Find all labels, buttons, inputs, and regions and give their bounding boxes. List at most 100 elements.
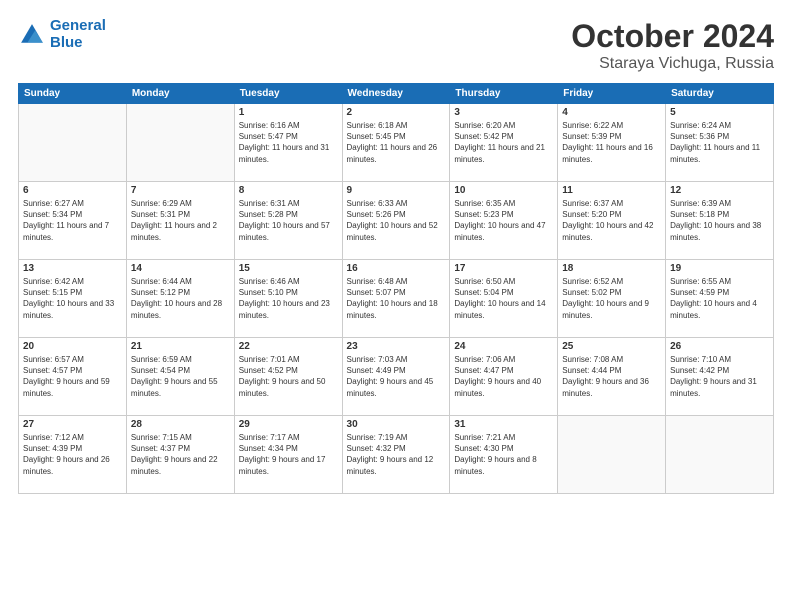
month-title: October 2024 (571, 18, 774, 55)
day-cell: 26 Sunrise: 7:10 AMSunset: 4:42 PMDayligh… (666, 338, 774, 416)
day-info: Sunrise: 6:55 AMSunset: 4:59 PMDaylight:… (670, 276, 769, 321)
logo-blue: Blue (50, 35, 106, 52)
day-cell: 25 Sunrise: 7:08 AMSunset: 4:44 PMDayligh… (558, 338, 666, 416)
header-friday: Friday (558, 84, 666, 104)
day-cell: 31 Sunrise: 7:21 AMSunset: 4:30 PMDayligh… (450, 416, 558, 494)
day-info: Sunrise: 7:06 AMSunset: 4:47 PMDaylight:… (454, 354, 553, 399)
day-cell: 15Sunrise: 6:46 AMSunset: 5:10 PMDayligh… (234, 260, 342, 338)
day-number: 22 (239, 341, 338, 352)
day-number: 12 (670, 185, 769, 196)
day-number: 5 (670, 107, 769, 118)
day-info: Sunrise: 7:19 AMSunset: 4:32 PMDaylight:… (347, 432, 446, 477)
day-number: 27 (23, 419, 122, 430)
day-cell (19, 104, 127, 182)
day-number: 4 (562, 107, 661, 118)
logo: General Blue (18, 18, 106, 51)
day-cell: 1 Sunrise: 6:16 AMSunset: 5:47 PMDaylight… (234, 104, 342, 182)
day-info: Sunrise: 6:59 AMSunset: 4:54 PMDaylight:… (131, 354, 230, 399)
day-info: Sunrise: 7:10 AMSunset: 4:42 PMDaylight:… (670, 354, 769, 399)
day-number: 17 (454, 263, 553, 274)
header-tuesday: Tuesday (234, 84, 342, 104)
day-number: 11 (562, 185, 661, 196)
calendar-table: Sunday Monday Tuesday Wednesday Thursday… (18, 83, 774, 494)
header-monday: Monday (126, 84, 234, 104)
day-cell (666, 416, 774, 494)
day-info: Sunrise: 6:50 AMSunset: 5:04 PMDaylight:… (454, 276, 553, 321)
day-cell: 27 Sunrise: 7:12 AMSunset: 4:39 PMDayligh… (19, 416, 127, 494)
day-cell: 22Sunrise: 7:01 AMSunset: 4:52 PMDayligh… (234, 338, 342, 416)
day-cell: 16Sunrise: 6:48 AMSunset: 5:07 PMDayligh… (342, 260, 450, 338)
day-info: Sunrise: 7:03 AMSunset: 4:49 PMDaylight:… (347, 354, 446, 399)
day-cell: 7Sunrise: 6:29 AMSunset: 5:31 PMDaylight… (126, 182, 234, 260)
day-number: 31 (454, 419, 553, 430)
day-number: 21 (131, 341, 230, 352)
day-number: 24 (454, 341, 553, 352)
day-number: 13 (23, 263, 122, 274)
day-cell: 29 Sunrise: 7:17 AMSunset: 4:34 PMDayligh… (234, 416, 342, 494)
day-number: 29 (239, 419, 338, 430)
day-info: Sunrise: 6:48 AMSunset: 5:07 PMDaylight:… (347, 276, 446, 321)
day-cell: 30 Sunrise: 7:19 AMSunset: 4:32 PMDayligh… (342, 416, 450, 494)
day-cell: 21 Sunrise: 6:59 AMSunset: 4:54 PMDayligh… (126, 338, 234, 416)
page: General Blue October 2024 Staraya Vichug… (0, 0, 792, 612)
day-cell: 8Sunrise: 6:31 AMSunset: 5:28 PMDaylight… (234, 182, 342, 260)
header-sunday: Sunday (19, 84, 127, 104)
day-info: Sunrise: 7:08 AMSunset: 4:44 PMDaylight:… (562, 354, 661, 399)
logo-general: General (50, 17, 106, 34)
day-number: 20 (23, 341, 122, 352)
header-wednesday: Wednesday (342, 84, 450, 104)
week-row-1: 1 Sunrise: 6:16 AMSunset: 5:47 PMDaylight… (19, 104, 774, 182)
day-number: 25 (562, 341, 661, 352)
day-info: Sunrise: 7:15 AMSunset: 4:37 PMDaylight:… (131, 432, 230, 477)
day-cell: 9 Sunrise: 6:33 AMSunset: 5:26 PMDaylight… (342, 182, 450, 260)
day-cell (126, 104, 234, 182)
day-info: Sunrise: 6:27 AMSunset: 5:34 PMDaylight:… (23, 198, 122, 243)
day-number: 8 (239, 185, 338, 196)
day-number: 10 (454, 185, 553, 196)
day-cell: 23 Sunrise: 7:03 AMSunset: 4:49 PMDayligh… (342, 338, 450, 416)
day-number: 15 (239, 263, 338, 274)
day-info: Sunrise: 6:16 AMSunset: 5:47 PMDaylight:… (239, 120, 338, 165)
day-number: 18 (562, 263, 661, 274)
day-info: Sunrise: 6:20 AMSunset: 5:42 PMDaylight:… (454, 120, 553, 165)
day-number: 2 (347, 107, 446, 118)
logo-text: General Blue (50, 18, 106, 51)
day-cell: 11Sunrise: 6:37 AMSunset: 5:20 PMDayligh… (558, 182, 666, 260)
day-number: 23 (347, 341, 446, 352)
day-info: Sunrise: 6:18 AMSunset: 5:45 PMDaylight:… (347, 120, 446, 165)
day-info: Sunrise: 7:21 AMSunset: 4:30 PMDaylight:… (454, 432, 553, 477)
day-cell: 12 Sunrise: 6:39 AMSunset: 5:18 PMDayligh… (666, 182, 774, 260)
logo-icon (18, 21, 46, 49)
week-row-4: 20 Sunrise: 6:57 AMSunset: 4:57 PMDayligh… (19, 338, 774, 416)
day-info: Sunrise: 6:39 AMSunset: 5:18 PMDaylight:… (670, 198, 769, 243)
day-cell: 10 Sunrise: 6:35 AMSunset: 5:23 PMDayligh… (450, 182, 558, 260)
location-subtitle: Staraya Vichuga, Russia (571, 55, 774, 73)
weekday-header-row: Sunday Monday Tuesday Wednesday Thursday… (19, 84, 774, 104)
day-number: 30 (347, 419, 446, 430)
day-cell: 19Sunrise: 6:55 AMSunset: 4:59 PMDayligh… (666, 260, 774, 338)
day-cell: 17 Sunrise: 6:50 AMSunset: 5:04 PMDayligh… (450, 260, 558, 338)
day-number: 26 (670, 341, 769, 352)
day-cell: 5Sunrise: 6:24 AMSunset: 5:36 PMDaylight… (666, 104, 774, 182)
day-info: Sunrise: 6:42 AMSunset: 5:15 PMDaylight:… (23, 276, 122, 321)
day-cell: 20 Sunrise: 6:57 AMSunset: 4:57 PMDayligh… (19, 338, 127, 416)
day-cell: 24 Sunrise: 7:06 AMSunset: 4:47 PMDayligh… (450, 338, 558, 416)
day-info: Sunrise: 6:44 AMSunset: 5:12 PMDaylight:… (131, 276, 230, 321)
day-cell: 28Sunrise: 7:15 AMSunset: 4:37 PMDayligh… (126, 416, 234, 494)
header-saturday: Saturday (666, 84, 774, 104)
day-cell: 4 Sunrise: 6:22 AMSunset: 5:39 PMDaylight… (558, 104, 666, 182)
week-row-3: 13 Sunrise: 6:42 AMSunset: 5:15 PMDayligh… (19, 260, 774, 338)
day-cell: 18Sunrise: 6:52 AMSunset: 5:02 PMDayligh… (558, 260, 666, 338)
day-info: Sunrise: 7:12 AMSunset: 4:39 PMDaylight:… (23, 432, 122, 477)
day-info: Sunrise: 6:33 AMSunset: 5:26 PMDaylight:… (347, 198, 446, 243)
day-info: Sunrise: 6:35 AMSunset: 5:23 PMDaylight:… (454, 198, 553, 243)
day-cell: 13 Sunrise: 6:42 AMSunset: 5:15 PMDayligh… (19, 260, 127, 338)
day-info: Sunrise: 6:29 AMSunset: 5:31 PMDaylight:… (131, 198, 230, 243)
day-number: 9 (347, 185, 446, 196)
day-info: Sunrise: 6:57 AMSunset: 4:57 PMDaylight:… (23, 354, 122, 399)
day-info: Sunrise: 6:22 AMSunset: 5:39 PMDaylight:… (562, 120, 661, 165)
day-number: 1 (239, 107, 338, 118)
day-info: Sunrise: 7:17 AMSunset: 4:34 PMDaylight:… (239, 432, 338, 477)
day-cell: 2 Sunrise: 6:18 AMSunset: 5:45 PMDaylight… (342, 104, 450, 182)
day-cell: 14Sunrise: 6:44 AMSunset: 5:12 PMDayligh… (126, 260, 234, 338)
